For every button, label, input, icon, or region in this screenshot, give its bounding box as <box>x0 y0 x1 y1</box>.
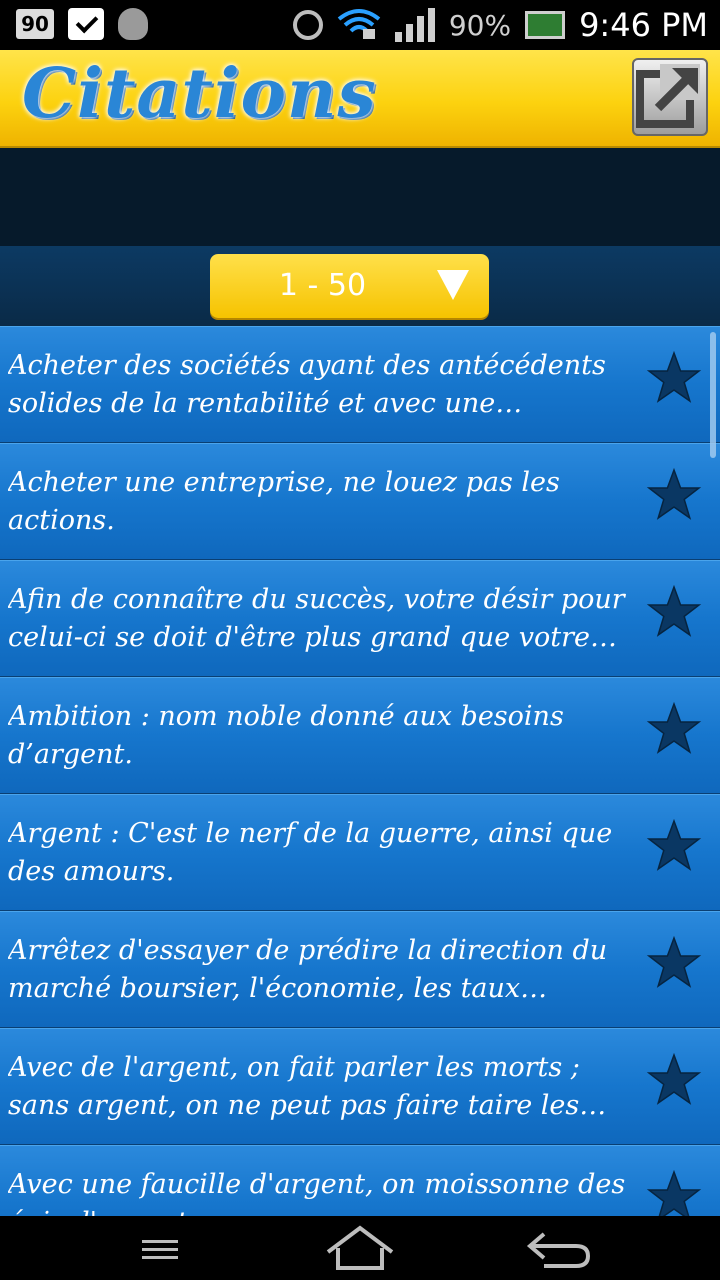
range-bar: 1 - 50 <box>0 246 720 326</box>
navigation-bar <box>0 1216 720 1280</box>
notification-count-icon: 90 <box>16 9 54 39</box>
list-item[interactable]: Acheter des sociétés ayant des antécéden… <box>0 326 720 443</box>
wifi-icon <box>337 9 381 39</box>
list-item[interactable]: Ambition : nom noble donné aux besoins d… <box>0 677 720 794</box>
share-icon <box>636 64 700 128</box>
app-header: Citations <box>0 50 720 148</box>
star-icon[interactable] <box>646 468 702 524</box>
share-button[interactable] <box>632 58 708 136</box>
quote-text: Avec une faucille d'argent, on moissonne… <box>8 1169 626 1216</box>
star-icon[interactable] <box>646 819 702 875</box>
list-item[interactable]: Avec une faucille d'argent, on moissonne… <box>0 1145 720 1216</box>
quotes-list[interactable]: Acheter des sociétés ayant des antécéden… <box>0 326 720 1216</box>
list-item[interactable]: Arrêtez d'essayer de prédire la directio… <box>0 911 720 1028</box>
battery-icon <box>525 11 566 39</box>
list-item[interactable]: Afin de connaître du succès, votre désir… <box>0 560 720 677</box>
range-dropdown[interactable]: 1 - 50 <box>210 254 489 318</box>
quote-text: Acheter des sociétés ayant des antécéden… <box>8 350 606 419</box>
quote-text: Argent : C'est le nerf de la guerre, ain… <box>8 818 613 887</box>
quote-text: Arrêtez d'essayer de prédire la directio… <box>8 935 608 1004</box>
range-label: 1 - 50 <box>278 268 367 303</box>
status-bar: 90 90% 9:46 PM <box>0 0 720 50</box>
signal-icon <box>394 8 435 42</box>
bug-icon <box>118 8 148 40</box>
star-icon[interactable] <box>646 585 702 641</box>
ad-banner-area <box>0 148 720 246</box>
clipboard-check-icon <box>68 8 104 40</box>
back-icon[interactable] <box>520 1224 600 1272</box>
quote-text: Ambition : nom noble donné aux besoins d… <box>8 701 564 770</box>
star-icon[interactable] <box>646 1053 702 1109</box>
app-title: Citations <box>22 54 377 134</box>
quote-text: Afin de connaître du succès, votre désir… <box>8 584 625 653</box>
clock: 9:46 PM <box>579 6 708 44</box>
quote-text: Acheter une entreprise, ne louez pas les… <box>8 467 560 536</box>
list-item[interactable]: Argent : C'est le nerf de la guerre, ain… <box>0 794 720 911</box>
home-icon[interactable] <box>320 1224 400 1272</box>
star-icon[interactable] <box>646 702 702 758</box>
quote-text: Avec de l'argent, on fait parler les mor… <box>8 1052 580 1121</box>
list-scrollbar[interactable] <box>710 332 716 458</box>
star-icon[interactable] <box>646 351 702 407</box>
battery-percent: 90% <box>448 8 512 42</box>
star-icon[interactable] <box>646 1170 702 1216</box>
alarm-icon <box>292 10 323 40</box>
chevron-down-icon <box>437 270 469 300</box>
star-icon[interactable] <box>646 936 702 992</box>
list-item[interactable]: Acheter une entreprise, ne louez pas les… <box>0 443 720 560</box>
menu-icon[interactable] <box>120 1224 200 1272</box>
list-item[interactable]: Avec de l'argent, on fait parler les mor… <box>0 1028 720 1145</box>
